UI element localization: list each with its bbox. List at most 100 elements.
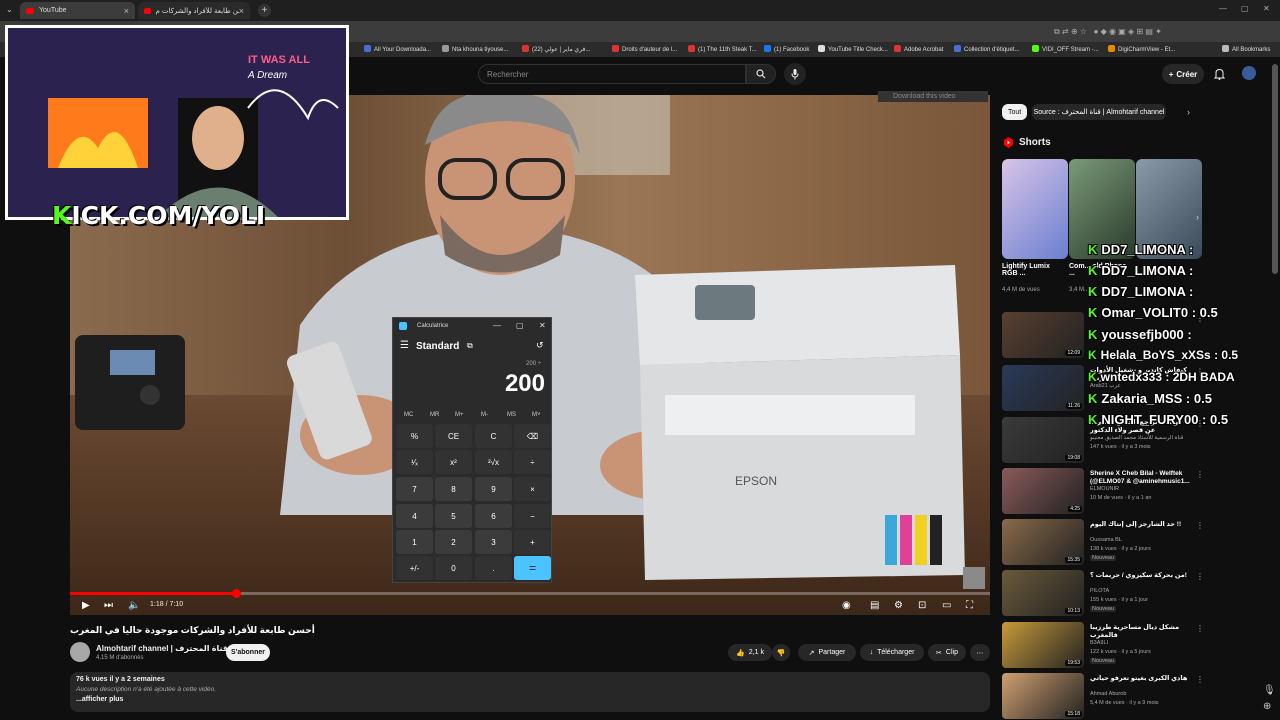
play-icon[interactable]: ▶	[82, 600, 90, 611]
miniplayer-icon[interactable]: ⊡	[918, 600, 926, 611]
calc-maximize-button[interactable]: ▢	[516, 321, 524, 330]
bookmark-item[interactable]: YouTube Title Check...	[818, 45, 888, 53]
video-channel[interactable]: PILOTA	[1090, 588, 1109, 594]
new-tab-button[interactable]: +	[258, 4, 271, 17]
calc-key-3-1[interactable]: 5	[435, 504, 472, 528]
tab-video[interactable]: أحسن طابعة للأفراد والشركات م... ×	[138, 2, 250, 19]
memory-button-0[interactable]: MC	[404, 412, 413, 418]
more-options-icon[interactable]: ⋮	[1196, 624, 1204, 633]
scrollbar[interactable]	[1272, 64, 1278, 274]
calc-key-3-0[interactable]: 4	[396, 504, 433, 528]
progress-bar[interactable]	[70, 589, 990, 598]
voice-search-button[interactable]	[784, 63, 806, 85]
calc-key-2-0[interactable]: 7	[396, 477, 433, 501]
calc-key-1-3[interactable]: ÷	[514, 450, 551, 474]
history-icon[interactable]: ↺	[536, 340, 544, 351]
like-button[interactable]: 👍 2,1 k	[728, 644, 772, 661]
video-thumbnail[interactable]: 15:18	[1002, 673, 1084, 719]
calc-key-5-3[interactable]: =	[514, 556, 551, 580]
calc-minimize-button[interactable]: —	[493, 321, 501, 330]
video-thumbnail[interactable]: 11:26	[1002, 365, 1084, 411]
video-thumbnail[interactable]: 15:35	[1002, 519, 1084, 565]
search-input[interactable]: Rechercher	[478, 64, 746, 84]
subscribe-button[interactable]: S'abonner	[226, 644, 270, 661]
calc-key-5-0[interactable]: +/-	[396, 556, 433, 580]
calc-key-4-3[interactable]: +	[514, 530, 551, 554]
video-thumbnail[interactable]: 12:09	[1002, 312, 1084, 358]
memory-button-2[interactable]: M+	[455, 412, 464, 418]
calc-key-0-1[interactable]: CE	[435, 424, 472, 448]
bookmark-item[interactable]: (1) The 11th Steak T...	[688, 45, 757, 53]
more-options-icon[interactable]: ⋮	[1196, 521, 1204, 530]
video-thumbnail[interactable]: 4:25	[1002, 468, 1084, 514]
memory-button-3[interactable]: M-	[481, 412, 488, 418]
shorts-next-icon[interactable]: ›	[1196, 212, 1199, 222]
settings-gear-icon[interactable]: ⚙	[894, 600, 903, 611]
hamburger-menu-icon[interactable]: ☰	[400, 340, 409, 351]
bookmark-item[interactable]: Adobe Acrobat	[894, 45, 943, 53]
calc-key-1-0[interactable]: ¹⁄ₓ	[396, 450, 433, 474]
dislike-button[interactable]: 👎	[772, 644, 790, 661]
more-actions-button[interactable]: ⋯	[970, 644, 990, 661]
bookmark-item[interactable]: Droits d'auteur de l...	[612, 45, 677, 53]
clip-button[interactable]: ✂ Clip	[928, 644, 966, 661]
bookmark-item[interactable]: (1) Facebook	[764, 45, 809, 53]
tab-search-icon[interactable]: ⌄	[6, 5, 13, 14]
calc-key-4-0[interactable]: 1	[396, 530, 433, 554]
video-channel[interactable]: Oussama BL	[1090, 537, 1122, 543]
calc-key-1-2[interactable]: ²√x	[475, 450, 512, 474]
chip-all[interactable]: Tout	[1002, 104, 1028, 120]
memory-button-4[interactable]: MS	[507, 412, 516, 418]
theater-mode-icon[interactable]: ▭	[942, 600, 951, 611]
channel-name[interactable]: Almohtarif channel | قناة المحترف	[96, 644, 228, 653]
video-title-link[interactable]: Sherine X Cheb Bilal - Welftek (@ELMO07 …	[1090, 470, 1190, 486]
video-thumbnail[interactable]: 10:13	[1002, 570, 1084, 616]
bookmark-item[interactable]: DigiCharmView - Et...	[1108, 45, 1175, 53]
scrubber-handle[interactable]	[231, 589, 241, 598]
more-options-icon[interactable]: ⋮	[1196, 675, 1204, 684]
calc-key-2-1[interactable]: 8	[435, 477, 472, 501]
all-bookmarks[interactable]: All Bookmarks	[1222, 45, 1270, 53]
short-title[interactable]: Lightify Lumix RGB ...	[1002, 263, 1062, 277]
video-channel[interactable]: قناة الرسمية للأستاذ محمد الصديق معنينو	[1090, 435, 1183, 441]
video-title-link[interactable]: هادي الكبرى بغيتو تعرفو حياتي	[1090, 675, 1190, 683]
video-channel[interactable]: B3A9LI	[1090, 640, 1108, 646]
tab-close-icon[interactable]: ×	[239, 6, 244, 16]
memory-button-1[interactable]: MR	[430, 412, 439, 418]
calc-key-2-3[interactable]: ×	[514, 477, 551, 501]
calc-key-2-2[interactable]: 9	[475, 477, 512, 501]
calc-key-0-0[interactable]: %	[396, 424, 433, 448]
tab-close-icon[interactable]: ×	[124, 6, 129, 16]
more-options-icon[interactable]: ⋮	[1196, 572, 1204, 581]
download-video-banner[interactable]: Download this video	[878, 91, 988, 102]
channel-avatar[interactable]	[70, 642, 90, 662]
search-button[interactable]	[746, 64, 776, 84]
calc-key-1-1[interactable]: x²	[435, 450, 472, 474]
autoplay-toggle[interactable]: ◉	[842, 600, 851, 611]
minimize-button[interactable]: —	[1219, 4, 1227, 13]
calc-key-4-1[interactable]: 2	[435, 530, 472, 554]
tab-youtube[interactable]: YouTube ×	[20, 2, 135, 19]
extensions-icons[interactable]: ⧉ ⇄ ⊕ ☆ ● ◆ ◉ ▣ ◈ ⊞ ▤ ✦	[1054, 27, 1162, 37]
video-title-link[interactable]: من بحركة سكيزوي / حريمات ؟!	[1090, 572, 1190, 580]
bookmark-item[interactable]: All Your Downloada...	[364, 45, 431, 53]
next-icon[interactable]: ⏭	[104, 600, 113, 611]
video-thumbnail[interactable]: 19:08	[1002, 417, 1084, 463]
maximize-button[interactable]: ▢	[1241, 4, 1249, 13]
volume-icon[interactable]: 🔈	[128, 600, 140, 611]
close-window-button[interactable]: ✕	[1263, 4, 1270, 13]
calc-key-4-2[interactable]: 3	[475, 530, 512, 554]
bookmark-item[interactable]: Nta khouna tiyouse...	[442, 45, 508, 53]
account-avatar[interactable]	[1242, 66, 1256, 80]
chip-source[interactable]: Source : قناة المحترف | Almohtarif chann…	[1032, 104, 1166, 120]
video-channel[interactable]: ELMOUNIR	[1090, 486, 1119, 492]
fullscreen-icon[interactable]: ⛶	[966, 600, 973, 611]
calculator-window[interactable]: Calculatrice — ▢ ✕ ☰ Standard ⧉ ↺ 200 ÷ …	[392, 317, 552, 583]
calc-key-0-3[interactable]: ⌫	[514, 424, 551, 448]
more-options-icon[interactable]: ⋮	[1196, 470, 1204, 479]
short-thumbnail[interactable]	[1002, 159, 1068, 259]
video-channel[interactable]: Ahmad Aburob	[1090, 691, 1126, 697]
create-button[interactable]: + Créer	[1162, 64, 1204, 84]
bookmark-item[interactable]: (22) فري ماير | عولي...	[522, 45, 590, 53]
video-title-link[interactable]: مشكل ديال مساحرية طرزيبا فالمغرب	[1090, 624, 1190, 640]
